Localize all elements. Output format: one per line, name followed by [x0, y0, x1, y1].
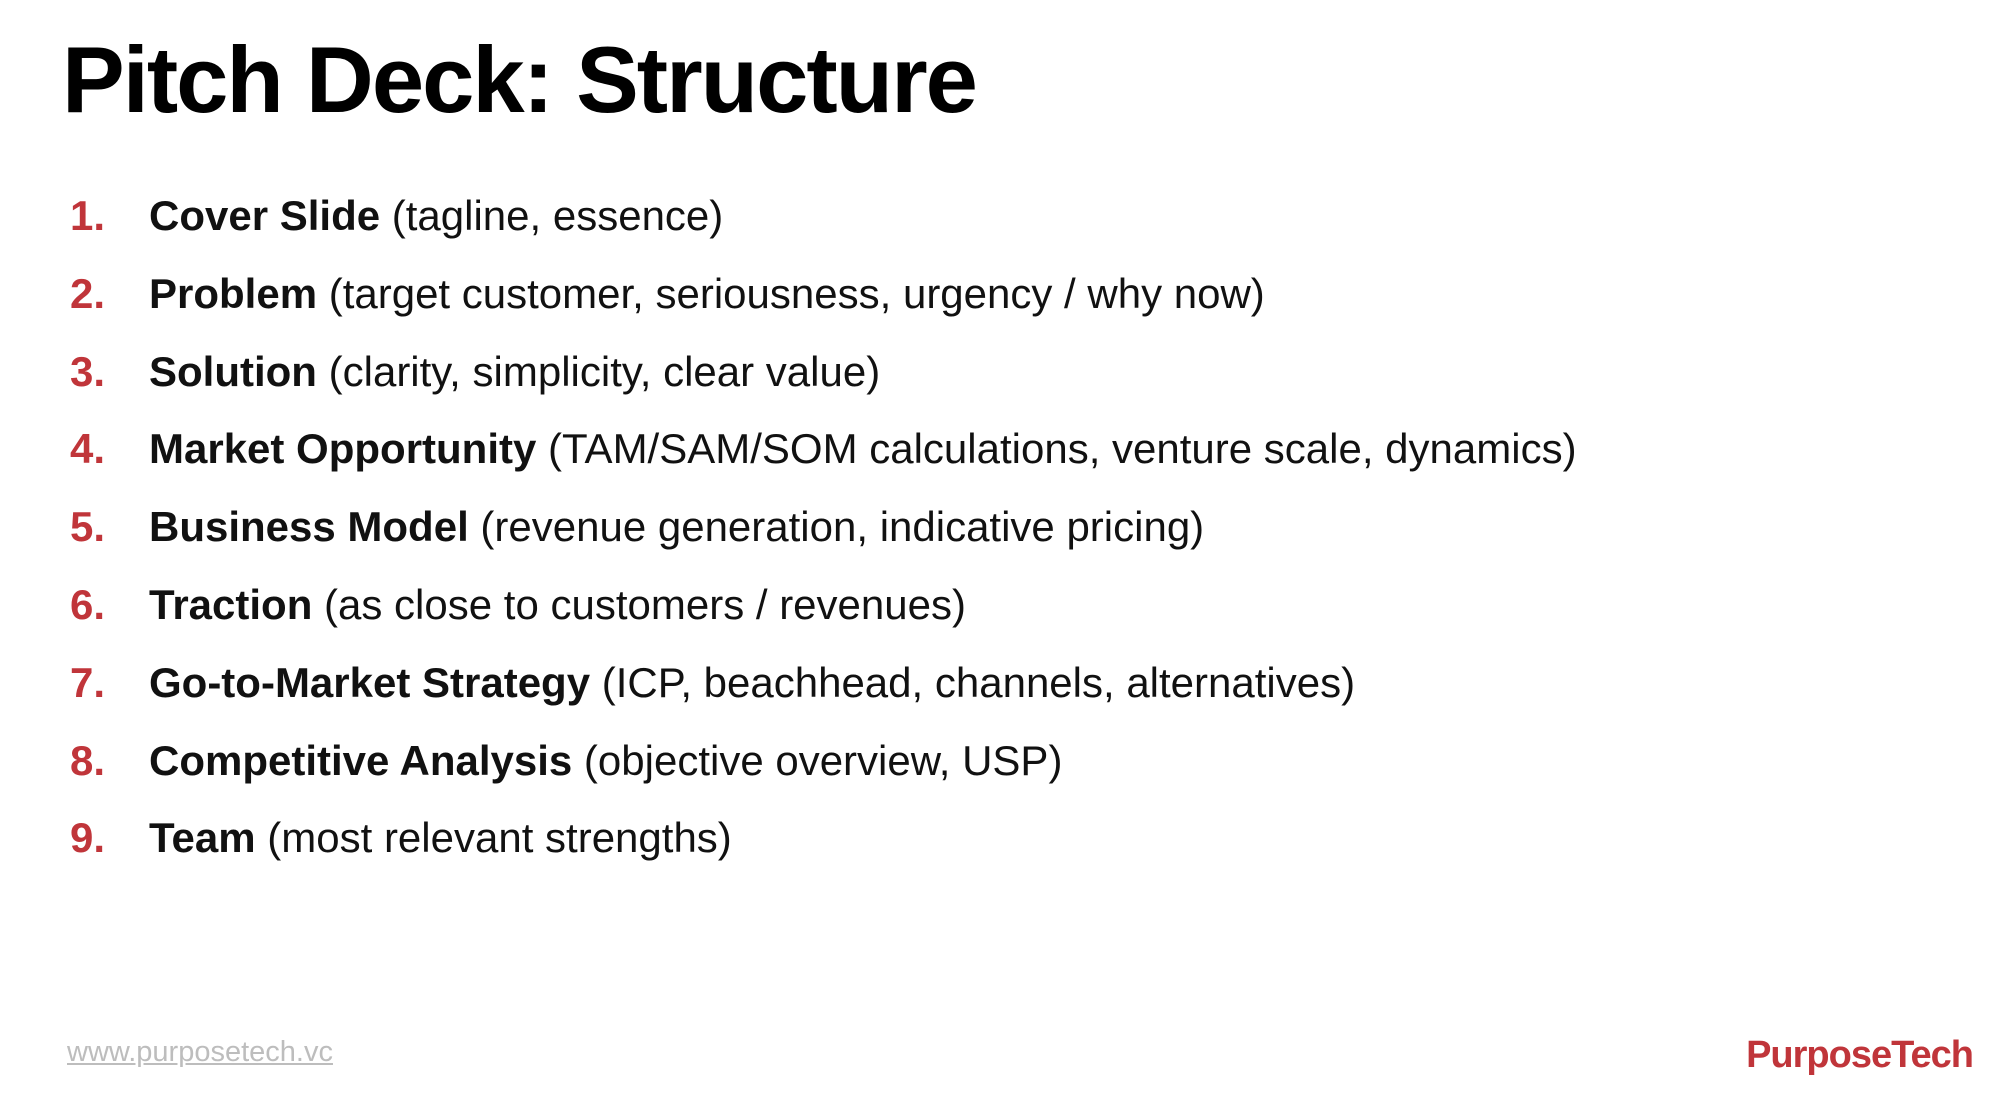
item-label: Solution: [149, 347, 317, 395]
item-label: Competitive Analysis: [149, 736, 573, 784]
item-number: 9.: [70, 814, 106, 862]
purposetech-logo: PurposeTech: [1746, 1034, 1974, 1076]
item-detail: (clarity, simplicity, clear value): [328, 347, 881, 395]
item-label: Business Model: [149, 503, 469, 551]
website-link[interactable]: www.purposetech.vc: [67, 1036, 333, 1069]
item-label: Go-to-Market Strategy: [149, 658, 591, 706]
item-number: 2.: [70, 269, 106, 317]
item-number: 3.: [70, 347, 106, 395]
slide-title: Pitch Deck: Structure: [62, 27, 978, 132]
item-number: 4.: [70, 425, 106, 473]
item-detail: (tagline, essence): [391, 192, 724, 239]
item-number: 7.: [70, 658, 106, 706]
item-detail: (revenue generation, indicative pricing): [480, 503, 1205, 551]
item-label: Cover Slide: [149, 192, 381, 239]
item-detail: (target customer, seriousness, urgency /…: [328, 269, 1265, 317]
item-number: 1.: [70, 192, 106, 239]
item-number: 5.: [70, 503, 106, 551]
item-label: Traction: [149, 580, 313, 628]
item-number: 6.: [70, 580, 106, 628]
item-detail: (TAM/SAM/SOM calculations, venture scale…: [548, 425, 1577, 473]
item-detail: (ICP, beachhead, channels, alternatives): [601, 658, 1356, 706]
item-detail: (most relevant strengths): [267, 814, 732, 862]
item-detail: (objective overview, USP): [583, 736, 1063, 784]
item-label: Team: [149, 814, 256, 862]
item-number: 8.: [70, 736, 106, 784]
item-label: Market Opportunity: [149, 425, 537, 473]
item-detail: (as close to customers / revenues): [324, 580, 966, 628]
item-label: Problem: [149, 269, 318, 317]
